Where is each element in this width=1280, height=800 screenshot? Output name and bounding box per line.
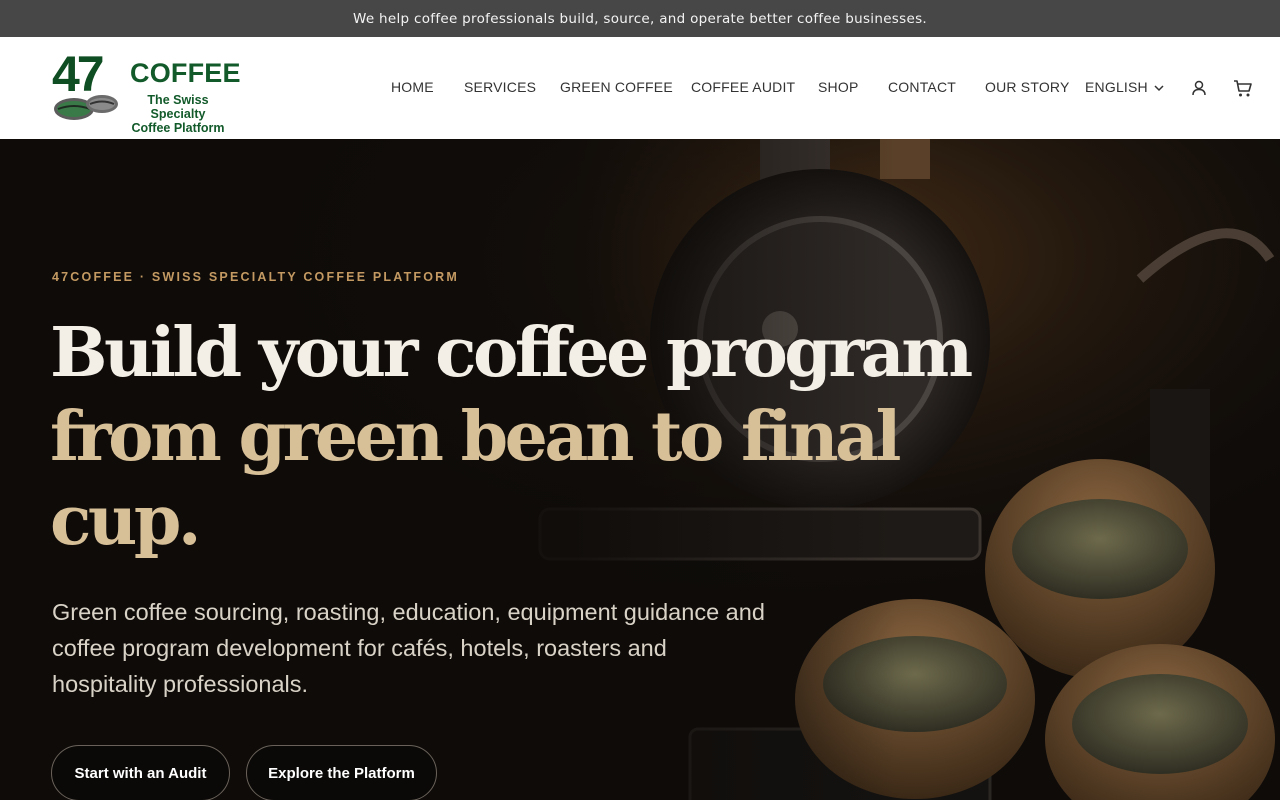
headline-line1: Build your coffee program bbox=[50, 313, 973, 393]
hero-subtitle: Green coffee sourcing, roasting, educati… bbox=[52, 599, 765, 697]
announcement-bar: We help coffee professionals build, sour… bbox=[0, 0, 1280, 37]
nav-coffee-audit[interactable]: COFFEE AUDIT bbox=[691, 79, 795, 95]
nav-contact[interactable]: CONTACT bbox=[888, 79, 956, 95]
explore-platform-button[interactable]: Explore the Platform bbox=[246, 745, 437, 800]
nav-green-coffee[interactable]: GREEN COFFEE bbox=[560, 79, 673, 95]
hero-eyebrow: 47COFFEE · SWISS SPECIALTY COFFEE PLATFO… bbox=[52, 270, 460, 284]
start-audit-button[interactable]: Start with an Audit bbox=[51, 745, 230, 800]
user-icon[interactable] bbox=[1189, 78, 1209, 98]
headline-line2: from green bean to final bbox=[50, 397, 901, 477]
nav-shop[interactable]: SHOP bbox=[818, 79, 858, 95]
nav-home[interactable]: HOME bbox=[391, 79, 434, 95]
hero-headline: Build your coffee program from green bea… bbox=[50, 311, 973, 563]
site-header: 47 COFFEE The Swiss Specialty Coffee Pla… bbox=[0, 37, 1280, 139]
nav-services[interactable]: SERVICES bbox=[464, 79, 536, 95]
nav-our-story[interactable]: OUR STORY bbox=[985, 79, 1070, 95]
chevron-down-icon[interactable] bbox=[1150, 79, 1168, 97]
main-nav: HOME SERVICES GREEN COFFEE COFFEE AUDIT … bbox=[0, 37, 1280, 139]
cart-icon[interactable] bbox=[1232, 77, 1254, 99]
headline-line3: cup. bbox=[50, 481, 202, 561]
language-selector[interactable]: ENGLISH bbox=[1085, 79, 1148, 95]
announcement-text: We help coffee professionals build, sour… bbox=[352, 10, 928, 27]
hero-section: 47COFFEE · SWISS SPECIALTY COFFEE PLATFO… bbox=[0, 139, 1280, 800]
